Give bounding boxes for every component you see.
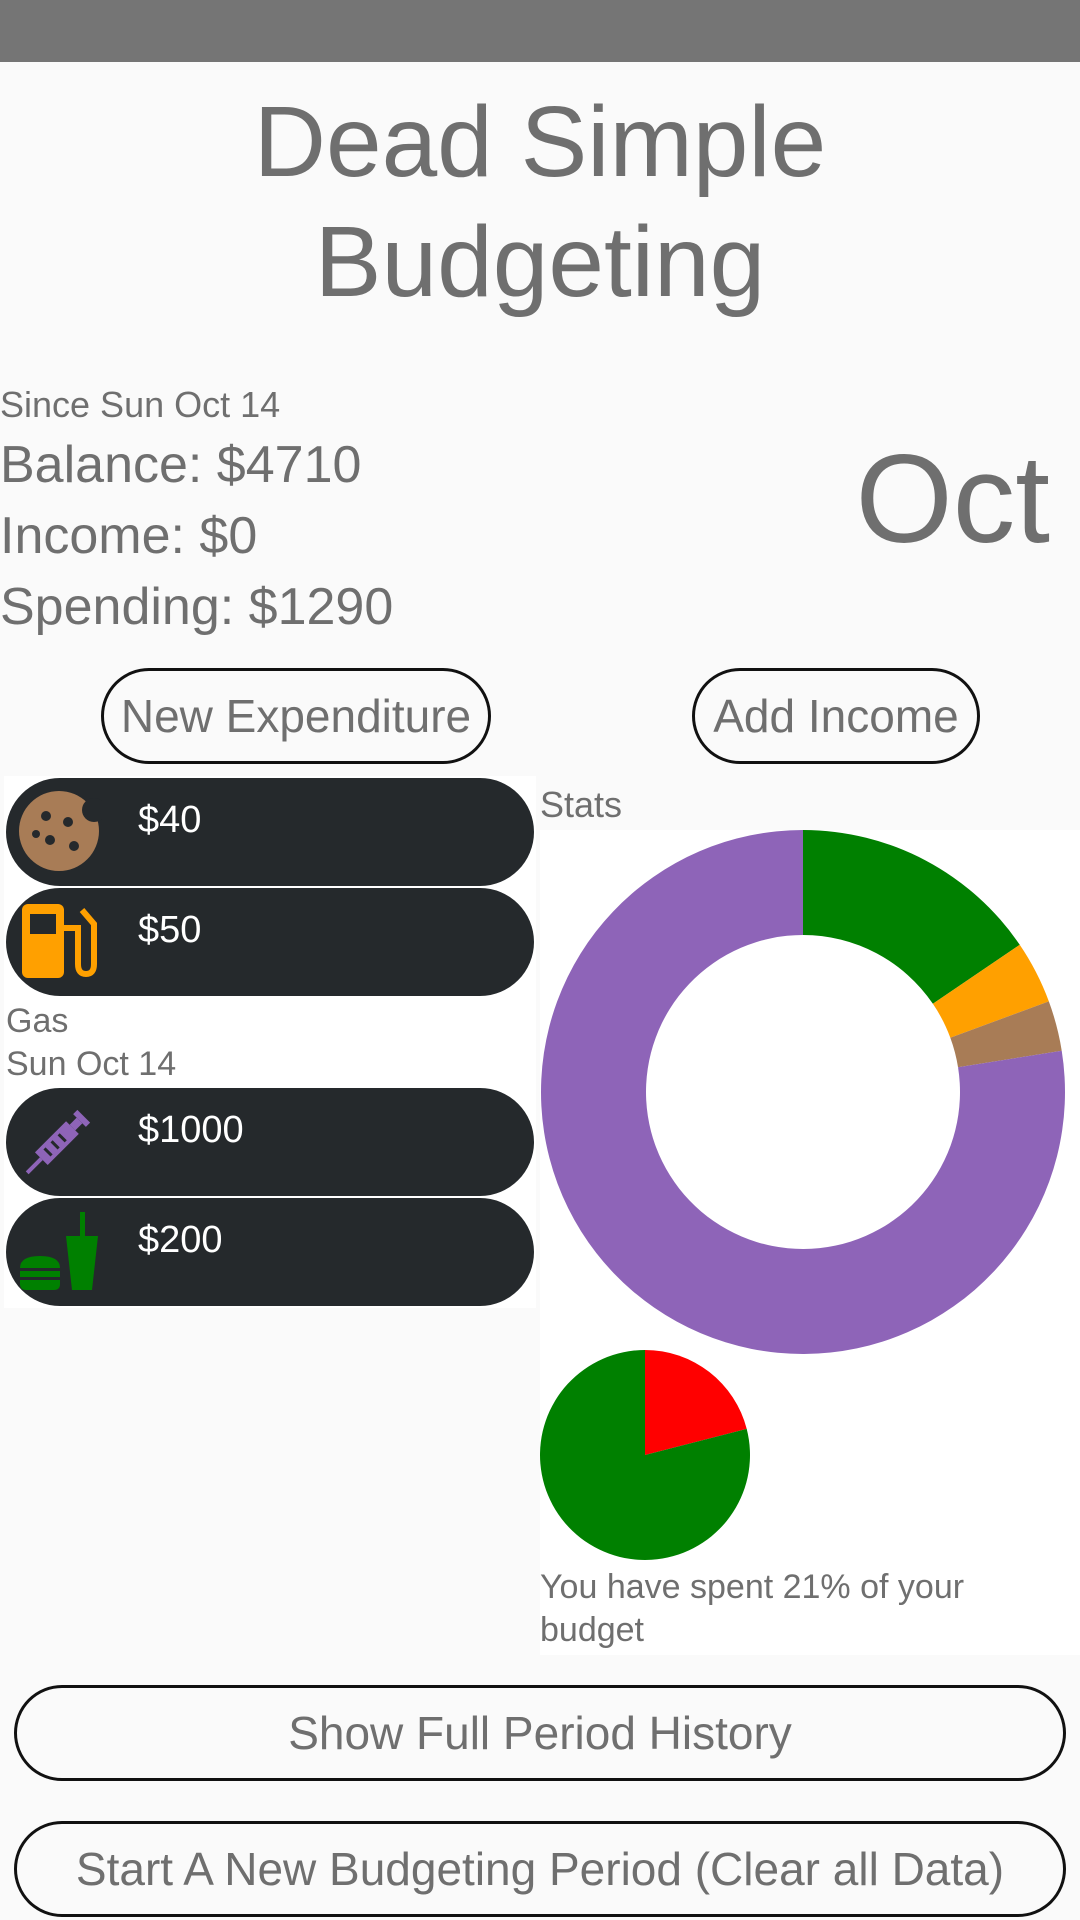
expenditure-list: $40 $50 Gas Sun Oct 14 $1000 $200: [4, 776, 536, 1308]
expenditure-item-cookie[interactable]: $40: [6, 778, 534, 886]
expenditure-amount: $1000: [138, 1109, 244, 1151]
budget-pie-chart: [540, 1350, 750, 1560]
new-period-button[interactable]: Start A New Budgeting Period (Clear all …: [14, 1821, 1066, 1917]
stats-panel: Stats You have spent 21% of your budget: [540, 780, 1080, 1655]
add-income-button[interactable]: Add Income: [692, 668, 980, 764]
current-month: Oct: [855, 430, 1050, 569]
expenditure-amount: $50: [138, 909, 202, 951]
expenditure-amount: $40: [138, 799, 202, 841]
show-history-button[interactable]: Show Full Period History: [14, 1685, 1066, 1781]
expenditure-item-food[interactable]: $200: [6, 1198, 534, 1306]
syringe-icon: [25, 1109, 91, 1175]
new-expenditure-button[interactable]: New Expenditure: [101, 668, 491, 764]
budget-spent-text: You have spent 21% of your budget: [540, 1568, 965, 1649]
expenditure-amount: $200: [138, 1219, 223, 1261]
status-bar: [0, 0, 1080, 62]
category-donut-chart: [541, 830, 1065, 1354]
budget-summary: Since Sun Oct 14 Balance: $4710 Income: …: [0, 380, 393, 643]
app-title-line1: Dead Simple: [253, 86, 827, 198]
since-date: Since Sun Oct 14: [0, 384, 281, 425]
balance-value: Balance: $4710: [0, 436, 362, 494]
gas-pump-icon: [22, 904, 97, 978]
spending-value: Spending: $1290: [0, 578, 394, 636]
cookie-icon: [19, 791, 102, 871]
expenditure-item-medical[interactable]: $1000: [6, 1088, 534, 1196]
app-title: Dead Simple Budgeting: [0, 82, 1080, 322]
fast-food-icon: [20, 1212, 98, 1290]
income-value: Income: $0: [0, 507, 258, 565]
expenditure-item-gas[interactable]: $50: [6, 888, 534, 996]
stats-label: Stats: [540, 784, 623, 825]
expenditure-detail-category: Gas: [6, 1002, 69, 1040]
expenditure-detail-date: Sun Oct 14: [6, 1045, 177, 1083]
app-title-line2: Budgeting: [314, 206, 766, 318]
